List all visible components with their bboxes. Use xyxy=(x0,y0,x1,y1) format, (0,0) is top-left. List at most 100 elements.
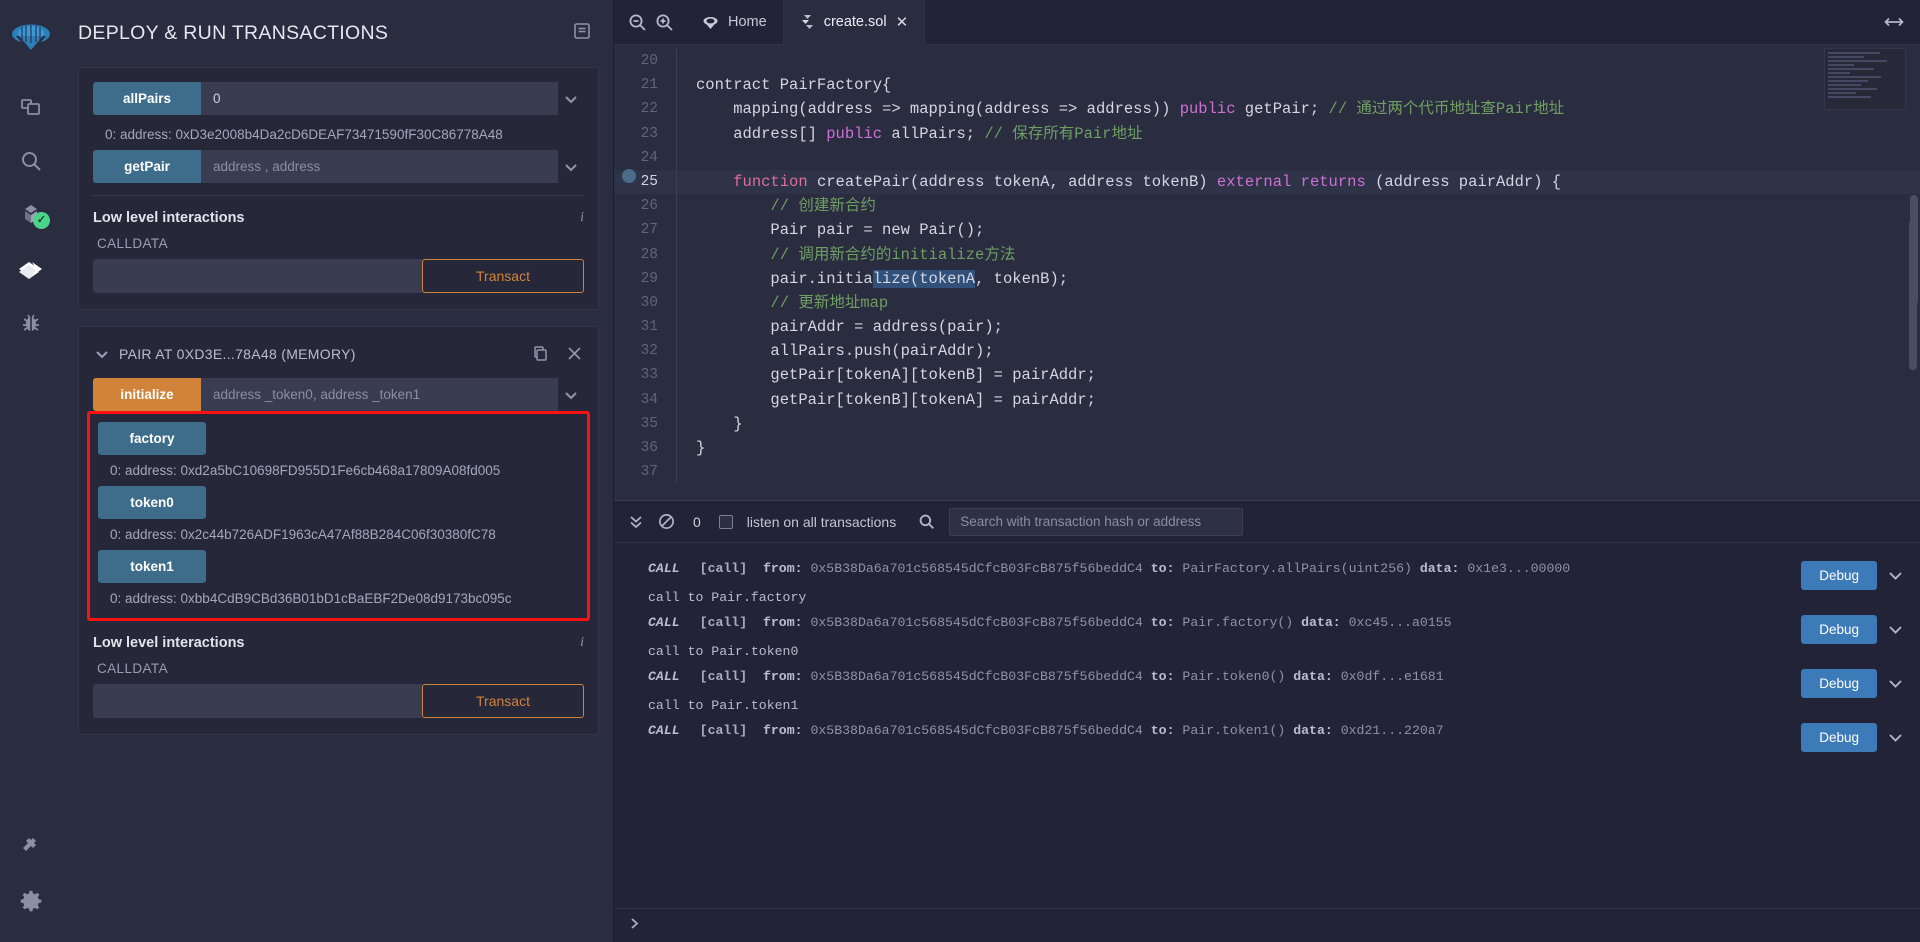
transact-button-2[interactable]: Transact xyxy=(422,684,584,718)
code-text[interactable]: pair.initialize(tokenA, tokenB); xyxy=(690,267,1068,291)
code-line-21[interactable]: 21contract PairFactory{ xyxy=(614,73,1920,97)
code-text[interactable]: mapping(address => mapping(address => ad… xyxy=(690,97,1564,121)
getpair-button[interactable]: getPair xyxy=(93,150,201,183)
code-line-27[interactable]: 27 Pair pair = new Pair(); xyxy=(614,218,1920,242)
code-text[interactable]: } xyxy=(690,436,705,460)
search-icon[interactable] xyxy=(8,134,54,188)
editor-minimap[interactable] xyxy=(1824,48,1906,110)
close-icon[interactable] xyxy=(567,346,582,361)
tab-home[interactable]: Home xyxy=(686,0,784,45)
code-line-26[interactable]: 26 // 创建新合约 xyxy=(614,194,1920,218)
token1-button[interactable]: token1 xyxy=(98,550,206,583)
solidity-compiler-icon[interactable]: ✓ xyxy=(8,188,54,242)
code-line-31[interactable]: 31 pairAddr = address(pair); xyxy=(614,315,1920,339)
code-line-23[interactable]: 23 address[] public allPairs; // 保存所有Pai… xyxy=(614,122,1920,146)
code-text[interactable]: // 创建新合约 xyxy=(690,194,876,218)
pair-instance-header[interactable]: PAIR AT 0XD3E...78A48 (MEMORY) xyxy=(93,341,584,378)
code-line-20[interactable]: 20 xyxy=(614,49,1920,73)
info-icon-2[interactable]: i xyxy=(580,635,584,651)
log-expand-chevron-icon[interactable] xyxy=(1887,729,1904,746)
terminal-log-row[interactable]: CALL[call] from: 0x5B38Da6a701c568545dCf… xyxy=(614,605,1920,659)
getpair-expand-caret-icon[interactable] xyxy=(558,150,584,183)
calldata-input-1[interactable] xyxy=(93,259,422,293)
expand-horizontal-icon[interactable] xyxy=(1884,15,1920,29)
log-expand-chevron-icon[interactable] xyxy=(1887,621,1904,638)
zoom-in-icon[interactable] xyxy=(655,13,674,32)
copy-icon[interactable] xyxy=(532,345,549,362)
terminal-log-row[interactable]: CALL[call] from: 0x5B38Da6a701c568545dCf… xyxy=(614,659,1920,713)
transact-button-1[interactable]: Transact xyxy=(422,259,584,293)
terminal-search-input[interactable] xyxy=(949,508,1243,536)
debug-button[interactable]: Debug xyxy=(1801,561,1877,590)
code-line-33[interactable]: 33 getPair[tokenA][tokenB] = pairAddr; xyxy=(614,363,1920,387)
allpairs-input[interactable] xyxy=(201,82,558,115)
allpairs-button[interactable]: allPairs xyxy=(93,82,201,115)
code-text[interactable]: getPair[tokenA][tokenB] = pairAddr; xyxy=(690,363,1096,387)
chevron-down-icon[interactable] xyxy=(95,347,109,361)
info-icon-1[interactable]: i xyxy=(580,210,584,226)
initialize-button[interactable]: initialize xyxy=(93,378,201,411)
log-expand-chevron-icon[interactable] xyxy=(1887,675,1904,692)
code-text[interactable]: // 调用新合约的initialize方法 xyxy=(690,243,1015,267)
terminal-log-row[interactable]: CALL[call] from: 0x5B38Da6a701c568545dCf… xyxy=(614,551,1920,605)
code-text[interactable]: pairAddr = address(pair); xyxy=(690,315,1003,339)
code-line-25[interactable]: 25 function createPair(address tokenA, a… xyxy=(614,170,1920,194)
allpairs-expand-caret-icon[interactable] xyxy=(558,82,584,115)
debug-button[interactable]: Debug xyxy=(1801,669,1877,698)
code-text[interactable]: address[] public allPairs; // 保存所有Pair地址 xyxy=(690,122,1143,146)
debug-button[interactable]: Debug xyxy=(1801,723,1877,752)
getpair-input[interactable] xyxy=(201,150,558,183)
debug-button[interactable]: Debug xyxy=(1801,615,1877,644)
factory-button[interactable]: factory xyxy=(98,422,206,455)
tab-close-icon[interactable]: ✕ xyxy=(896,13,909,31)
remix-logo-icon[interactable] xyxy=(8,12,54,66)
editor-lines[interactable]: 2021contract PairFactory{22 mapping(addr… xyxy=(614,45,1920,500)
line-number: 33 xyxy=(614,363,676,387)
code-text[interactable]: Pair pair = new Pair(); xyxy=(690,218,984,242)
log-expand-chevron-icon[interactable] xyxy=(1887,567,1904,584)
code-text[interactable]: // 更新地址map xyxy=(690,291,888,315)
terminal-log-list[interactable]: CALL[call] from: 0x5B38Da6a701c568545dCf… xyxy=(614,543,1920,908)
code-line-24[interactable]: 24 xyxy=(614,146,1920,170)
file-explorer-icon[interactable] xyxy=(8,80,54,134)
listen-all-transactions-checkbox[interactable] xyxy=(719,515,733,529)
initialize-expand-caret-icon[interactable] xyxy=(558,378,584,411)
listen-all-transactions-label[interactable]: listen on all transactions xyxy=(747,514,896,530)
code-line-34[interactable]: 34 getPair[tokenB][tokenA] = pairAddr; xyxy=(614,388,1920,412)
code-text[interactable] xyxy=(690,460,696,484)
tab-create-sol[interactable]: create.sol ✕ xyxy=(784,0,925,45)
calldata-input-2[interactable] xyxy=(93,684,422,718)
code-line-35[interactable]: 35 } xyxy=(614,412,1920,436)
code-text[interactable]: function createPair(address tokenA, addr… xyxy=(690,170,1561,194)
code-text[interactable] xyxy=(690,49,696,73)
code-text[interactable]: contract PairFactory{ xyxy=(690,73,891,97)
code-line-30[interactable]: 30 // 更新地址map xyxy=(614,291,1920,315)
code-text[interactable]: allPairs.push(pairAddr); xyxy=(690,339,994,363)
code-line-37[interactable]: 37 xyxy=(614,460,1920,484)
deploy-run-icon[interactable] xyxy=(8,242,54,296)
code-line-32[interactable]: 32 allPairs.push(pairAddr); xyxy=(614,339,1920,363)
breakpoint-marker[interactable] xyxy=(622,169,636,183)
terminal-search-icon[interactable] xyxy=(918,513,935,530)
code-text[interactable]: } xyxy=(690,412,743,436)
code-line-29[interactable]: 29 pair.initialize(tokenA, tokenB); xyxy=(614,267,1920,291)
no-entry-icon[interactable] xyxy=(658,513,675,530)
double-chevron-down-icon[interactable] xyxy=(628,514,644,530)
chevron-right-icon[interactable] xyxy=(628,917,641,935)
debugger-icon[interactable] xyxy=(8,296,54,350)
code-line-22[interactable]: 22 mapping(address => mapping(address =>… xyxy=(614,97,1920,121)
zoom-out-icon[interactable] xyxy=(628,13,647,32)
panel-toggle-icon[interactable] xyxy=(573,22,591,45)
code-text[interactable]: getPair[tokenB][tokenA] = pairAddr; xyxy=(690,388,1096,412)
code-editor[interactable]: 2021contract PairFactory{22 mapping(addr… xyxy=(614,45,1920,500)
token0-button[interactable]: token0 xyxy=(98,486,206,519)
code-line-28[interactable]: 28 // 调用新合约的initialize方法 xyxy=(614,243,1920,267)
code-line-36[interactable]: 36} xyxy=(614,436,1920,460)
code-text[interactable] xyxy=(690,146,696,170)
terminal-scrollbar[interactable] xyxy=(1909,220,1917,370)
settings-gear-icon[interactable] xyxy=(8,874,54,928)
low-level-title-2: Low level interactions xyxy=(93,635,245,651)
plugin-manager-icon[interactable] xyxy=(8,820,54,874)
initialize-input[interactable] xyxy=(201,378,558,411)
terminal-log-row[interactable]: CALL[call] from: 0x5B38Da6a701c568545dCf… xyxy=(614,713,1920,752)
